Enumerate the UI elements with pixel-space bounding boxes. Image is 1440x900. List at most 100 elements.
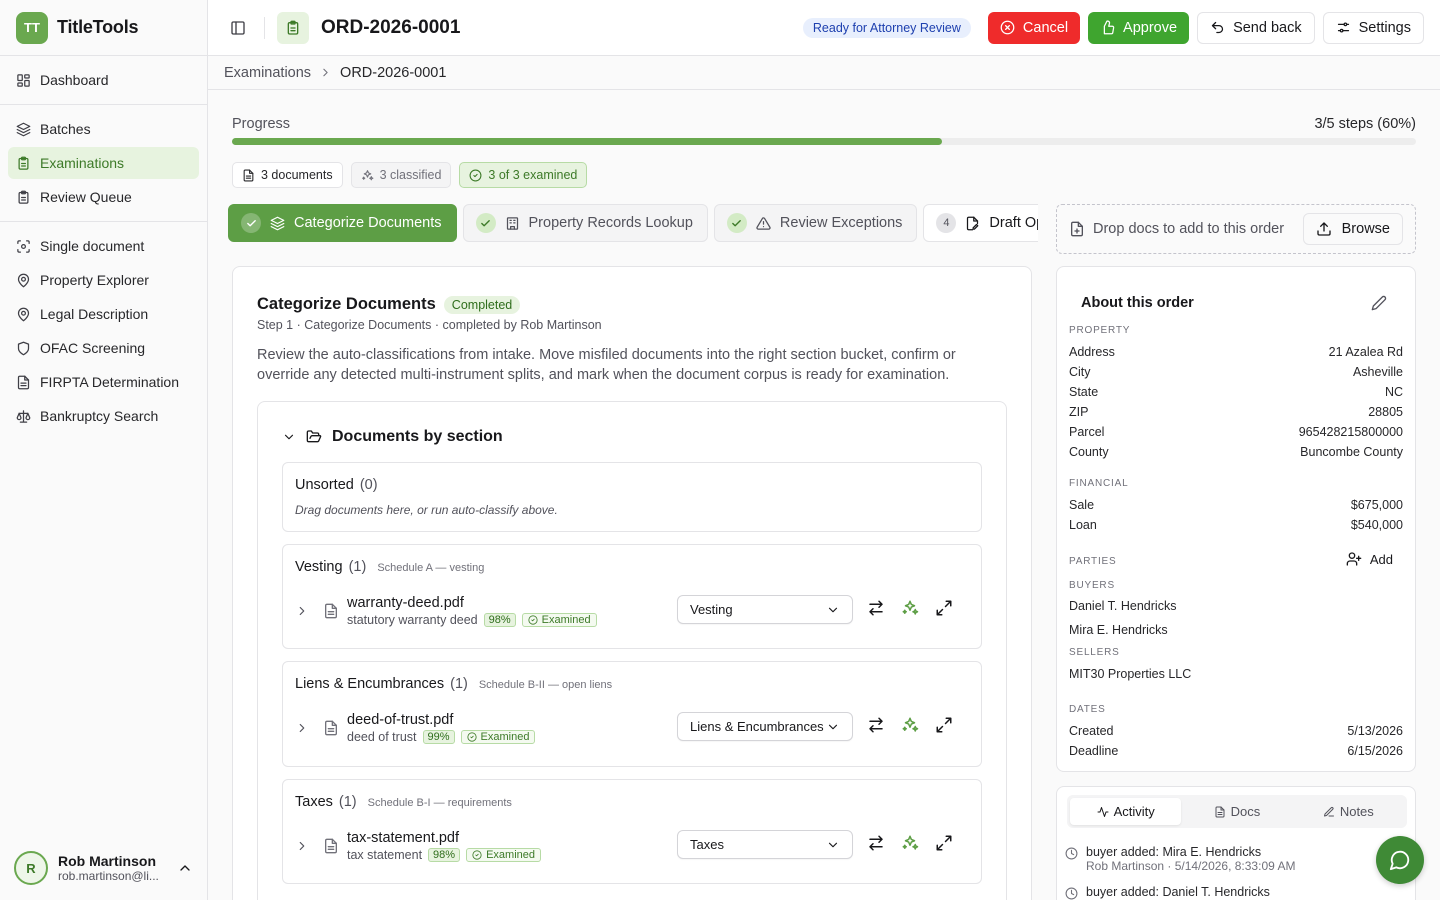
breadcrumb-current: ORD-2026-0001 bbox=[340, 64, 447, 81]
swap-icon[interactable] bbox=[867, 599, 885, 617]
section-count: (1) bbox=[338, 794, 357, 810]
sidebar-item-legal-description[interactable]: Legal Description bbox=[8, 298, 199, 330]
chevron-down-icon bbox=[826, 720, 840, 734]
sidebar-item-single-document[interactable]: Single document bbox=[8, 230, 199, 262]
breadcrumb-examinations[interactable]: Examinations bbox=[224, 65, 311, 81]
section-select-value: Taxes bbox=[690, 837, 724, 852]
sidebar-item-label: Single document bbox=[40, 238, 145, 254]
field-value: Asheville bbox=[1352, 365, 1403, 379]
section-select[interactable]: Liens & Encumbrances bbox=[677, 712, 853, 741]
step-draft-opinion[interactable]: 4 Draft Opinion bbox=[923, 204, 1038, 242]
sparkles-icon bbox=[361, 169, 374, 182]
property-city-row: City Asheville bbox=[1069, 365, 1403, 379]
sidebar-item-ofac-screening[interactable]: OFAC Screening bbox=[8, 332, 199, 364]
sparkles-icon[interactable] bbox=[901, 599, 919, 617]
document-actions bbox=[867, 599, 953, 617]
documents-by-section-header[interactable]: Documents by section bbox=[282, 428, 503, 446]
field-value: $675,000 bbox=[1350, 498, 1403, 512]
tab-label: Activity bbox=[1113, 804, 1155, 819]
expand-icon[interactable] bbox=[935, 834, 953, 852]
section-liens-encumbrances[interactable]: Liens & Encumbrances (1) Schedule B-II —… bbox=[282, 661, 982, 767]
brand[interactable]: TT TitleTools bbox=[0, 0, 207, 56]
chevron-up-icon[interactable] bbox=[177, 860, 193, 876]
tab-activity[interactable]: Activity bbox=[1070, 798, 1182, 825]
property-zip-row: ZIP 28805 bbox=[1069, 405, 1403, 419]
pencil-icon[interactable] bbox=[1371, 295, 1387, 311]
step-label: Draft Opinion bbox=[989, 215, 1038, 231]
browse-button[interactable]: Browse bbox=[1302, 213, 1403, 245]
tab-docs[interactable]: Docs bbox=[1181, 798, 1292, 825]
step-review-exceptions[interactable]: Review Exceptions bbox=[713, 204, 918, 242]
user-menu[interactable]: R Rob Martinson rob.martinson@li... bbox=[0, 836, 207, 900]
document-filename[interactable]: tax-statement.pdf bbox=[347, 830, 541, 846]
swap-icon[interactable] bbox=[867, 834, 885, 852]
section-note: Schedule B-II — open liens bbox=[478, 679, 613, 691]
cancel-button[interactable]: Cancel bbox=[987, 11, 1081, 44]
app-name: TitleTools bbox=[57, 17, 139, 37]
section-vesting[interactable]: Vesting (1) Schedule A — vesting warrant… bbox=[282, 544, 982, 649]
approve-button[interactable]: Approve bbox=[1088, 11, 1190, 44]
field-label: City bbox=[1069, 365, 1091, 379]
check-icon bbox=[726, 213, 747, 233]
sidebar-item-batches[interactable]: Batches bbox=[8, 113, 199, 145]
section-select[interactable]: Taxes bbox=[677, 830, 853, 859]
sidebar-item-examinations[interactable]: Examinations bbox=[8, 147, 199, 179]
chat-button[interactable] bbox=[1376, 836, 1424, 884]
step-categorize-documents[interactable]: Categorize Documents bbox=[228, 204, 457, 242]
section-unsorted[interactable]: Unsorted (0) Drag documents here, or run… bbox=[282, 462, 982, 532]
check-circle-icon bbox=[528, 615, 538, 625]
sidebar-item-dashboard[interactable]: Dashboard bbox=[8, 64, 199, 96]
section-taxes[interactable]: Taxes (1) Schedule B-I — requirements ta… bbox=[282, 779, 982, 884]
field-value: Buncombe County bbox=[1300, 445, 1403, 459]
list-item[interactable]: deed-of-trust.pdf deed of trust 99% Exam… bbox=[295, 708, 971, 748]
check-icon bbox=[241, 213, 261, 233]
list-item[interactable]: warranty-deed.pdf statutory warranty dee… bbox=[295, 591, 971, 631]
step-card-description: Review the auto-classifications from int… bbox=[257, 347, 956, 383]
activity-tabs: Activity Docs Notes bbox=[1067, 795, 1407, 828]
confidence-badge: 98% bbox=[483, 613, 516, 627]
document-actions bbox=[867, 716, 953, 734]
chevron-right-icon[interactable] bbox=[295, 721, 317, 735]
sparkles-icon[interactable] bbox=[901, 834, 919, 852]
confidence-badge: 98% bbox=[428, 848, 461, 862]
sidebar-item-firpta-determination[interactable]: FIRPTA Determination bbox=[8, 366, 199, 398]
document-dropzone[interactable]: Drop docs to add to this order Browse bbox=[1056, 204, 1416, 254]
expand-icon[interactable] bbox=[935, 716, 953, 734]
tab-notes[interactable]: Notes bbox=[1293, 798, 1404, 825]
document-type: statutory warranty deed bbox=[347, 613, 478, 627]
layers-icon bbox=[270, 216, 285, 231]
financial-label: FINANCIAL bbox=[1069, 478, 1129, 489]
status-badge: Ready for Attorney Review bbox=[802, 17, 971, 38]
send-back-button[interactable]: Send back bbox=[1197, 11, 1315, 44]
document-filename[interactable]: warranty-deed.pdf bbox=[347, 595, 597, 611]
step-number: 4 bbox=[936, 213, 957, 233]
section-select[interactable]: Vesting bbox=[677, 595, 853, 624]
chevron-right-icon[interactable] bbox=[295, 604, 317, 618]
clipboard-icon bbox=[16, 190, 31, 205]
field-value: 965428215800000 bbox=[1298, 425, 1403, 439]
sidebar-toggle-button[interactable] bbox=[224, 14, 252, 42]
chevron-right-icon[interactable] bbox=[295, 839, 317, 853]
document-icon bbox=[323, 838, 339, 854]
sidebar-item-property-explorer[interactable]: Property Explorer bbox=[8, 264, 199, 296]
swap-icon[interactable] bbox=[867, 716, 885, 734]
document-filename[interactable]: deed-of-trust.pdf bbox=[347, 712, 535, 728]
sidebar-item-bankruptcy-search[interactable]: Bankruptcy Search bbox=[8, 400, 199, 432]
nav-group-work: Batches Examinations Review Queue bbox=[0, 105, 207, 222]
document-icon bbox=[323, 720, 339, 736]
document-icon bbox=[323, 603, 339, 619]
settings-button[interactable]: Settings bbox=[1322, 11, 1424, 44]
activity-text: buyer added: Mira E. Hendricks bbox=[1086, 845, 1262, 859]
add-party-button[interactable]: Add bbox=[1346, 551, 1393, 567]
section-name: Unsorted bbox=[295, 477, 354, 493]
sliders-icon bbox=[1336, 20, 1351, 35]
page-title: ORD-2026-0001 bbox=[321, 16, 461, 38]
sidebar-item-review-queue[interactable]: Review Queue bbox=[8, 181, 199, 213]
examined-badge: Examined bbox=[460, 730, 536, 744]
sellers-label: SELLERS bbox=[1069, 647, 1120, 658]
list-item[interactable]: tax-statement.pdf tax statement 98% Exam… bbox=[295, 826, 971, 866]
step-property-records-lookup[interactable]: Property Records Lookup bbox=[462, 204, 708, 242]
expand-icon[interactable] bbox=[935, 599, 953, 617]
tab-label: Notes bbox=[1339, 804, 1374, 819]
sparkles-icon[interactable] bbox=[901, 716, 919, 734]
